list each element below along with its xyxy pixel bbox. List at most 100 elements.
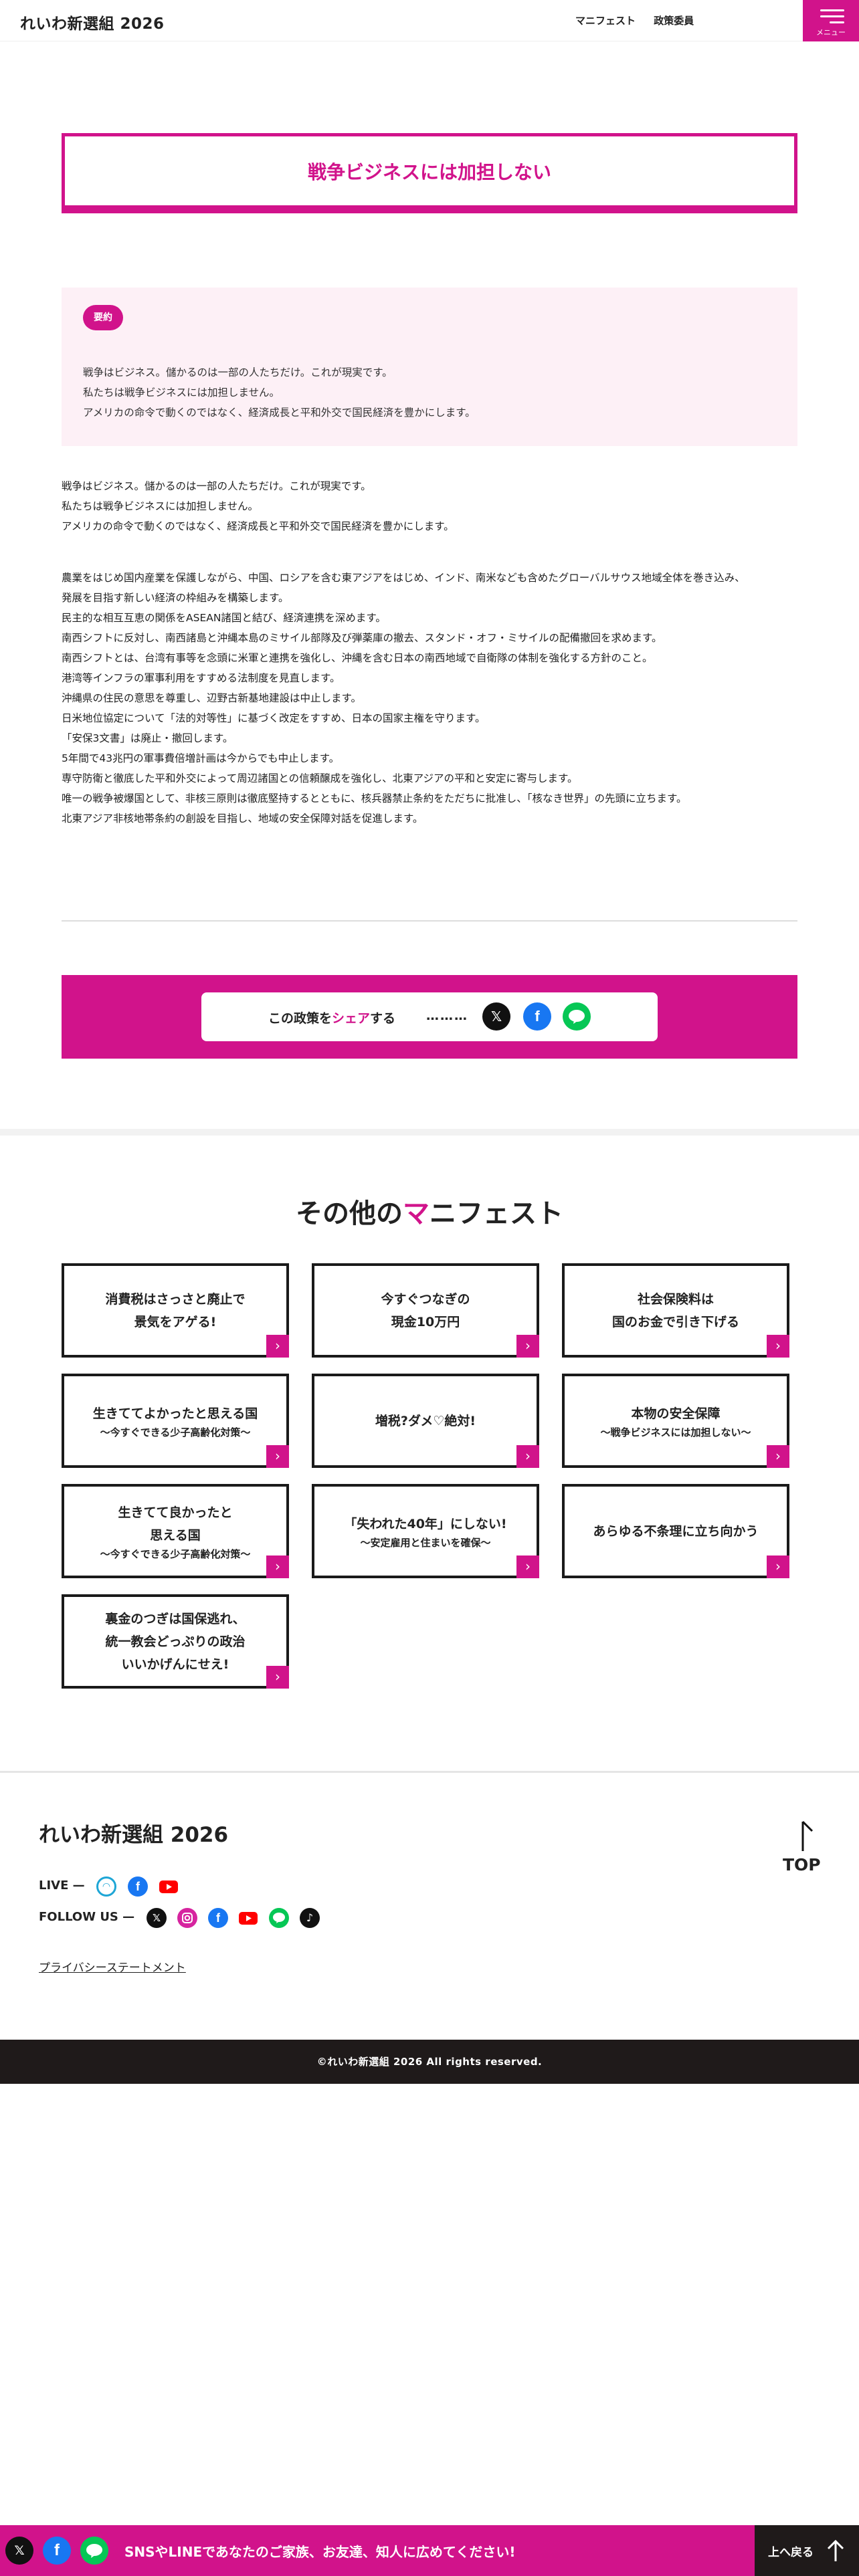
line-icon[interactable]	[269, 1908, 289, 1928]
chevron-right-icon: ›	[266, 1335, 289, 1358]
summary-line: 私たちは戦争ビジネスには加担しません。	[83, 387, 280, 399]
x-icon[interactable]: 𝕏	[147, 1908, 167, 1928]
arrow-up-icon[interactable]	[789, 1819, 816, 1852]
line-icon[interactable]	[80, 2537, 108, 2565]
body-line: 発展を目指す新しい経済の枠組みを構築します。	[62, 592, 289, 604]
arrow-up-icon	[826, 2539, 846, 2563]
intro-line: アメリカの命令で動くのではなく、経済成長と平和外交で国民経済を豊かにします。	[62, 520, 454, 532]
card-title-line: あらゆる不条理に立ち向かう	[593, 1523, 759, 1539]
chevron-right-icon: ›	[266, 1666, 289, 1689]
body-line: 南西シフトに反対し、南西諸島と沖縄本島のミサイル部隊及び弾薬庫の撤去、スタンド・…	[62, 632, 662, 644]
other-manifest-title: その他のマニフェスト	[0, 1192, 859, 1230]
manifest-card[interactable]: 社会保険料は 国のお金で引き下げる ›	[562, 1263, 789, 1358]
follow-us-label: FOLLOW US —	[39, 1910, 135, 1924]
manifest-card[interactable]: 「失われた40年」にしない! 〜安定雇用と住まいを確保〜 ›	[312, 1484, 539, 1578]
intro-line: 私たちは戦争ビジネスには加担しません。	[62, 500, 259, 512]
instagram-icon[interactable]	[177, 1908, 197, 1928]
card-title-line: 統一教会どっぷりの政治	[105, 1634, 246, 1649]
intro-line: 戦争はビジネス。儲かるのは一部の人たちだけ。これが現実です。	[62, 480, 371, 492]
other-title-pre: その他の	[296, 1198, 403, 1229]
facebook-icon[interactable]: f	[128, 1876, 148, 1897]
hamburger-icon	[820, 9, 844, 11]
summary-line: アメリカの命令で動くのではなく、経済成長と平和外交で国民経済を豊かにします。	[83, 407, 476, 419]
bottom-share-text: SNSやLINEであなたのご家族、お友達、知人に広めてください!	[124, 2544, 516, 2560]
menu-button[interactable]: メニュー	[803, 0, 859, 41]
card-subtitle: 〜戦争ビジネスには加担しない〜	[600, 1426, 751, 1438]
card-title-line: 生きてて良かったと	[118, 1505, 233, 1520]
summary-badge: 要約	[83, 305, 123, 330]
main-nav: マニフェスト 政策委員	[575, 13, 708, 27]
body-line: 5年間で43兆円の軍事費倍増計画は今からでも中止します。	[62, 752, 340, 764]
chevron-right-icon: ›	[516, 1445, 539, 1468]
footer-logo[interactable]: れいわ新選組 2026	[39, 1818, 228, 1848]
back-to-top-label: 上へ戻る	[768, 2546, 814, 2559]
policy-intro: 戦争はビジネス。儲かるのは一部の人たちだけ。これが現実です。 私たちは戦争ビジネ…	[62, 476, 454, 536]
share-label: この政策をシェアする	[268, 1008, 395, 1027]
body-line: 日米地位協定について「法的対等性」に基づく改定をすすめ、日本の国家主権を守ります…	[62, 712, 486, 724]
chevron-right-icon: ›	[767, 1555, 789, 1578]
site-header: れいわ新選組 2026 マニフェスト 政策委員 メニュー	[0, 0, 859, 41]
x-icon[interactable]: 𝕏	[5, 2537, 33, 2565]
radio-live-icon[interactable]: ◠	[96, 1876, 116, 1897]
copyright: ©れいわ新選組 2026 All rights reserved.	[0, 2040, 859, 2084]
card-title-line: 生きててよかったと思える国	[92, 1406, 258, 1421]
top-link[interactable]: TOP	[783, 1855, 821, 1874]
policy-title: 戦争ビジネスには加担しない	[307, 160, 551, 183]
share-label-prefix: この政策を	[268, 1011, 332, 1026]
share-section: この政策をシェアする ……… 𝕏 f	[62, 975, 797, 1059]
line-icon[interactable]	[563, 1002, 591, 1031]
manifest-card[interactable]: 裏金のつぎは国保逃れ、 統一教会どっぷりの政治 いいかげんにせえ! ›	[62, 1594, 289, 1689]
privacy-link[interactable]: プライバシーステートメント	[39, 1958, 186, 1975]
card-title-line: 増税?ダメ♡絶対!	[375, 1413, 476, 1428]
card-subtitle: 〜今すぐできる少子高齢化対策〜	[100, 1426, 251, 1438]
other-title-highlight: マ	[403, 1198, 430, 1229]
body-line: 専守防衛と徹底した平和外交によって周辺諸国との信頼醸成を強化し、北東アジアの平和…	[62, 772, 578, 784]
menu-label: メニュー	[816, 28, 846, 37]
policy-title-box: 戦争ビジネスには加担しない	[62, 133, 797, 213]
share-box: この政策をシェアする ……… 𝕏 f	[201, 992, 658, 1041]
body-line: 民主的な相互互恵の関係をASEAN諸国と結び、経済連携を深めます。	[62, 612, 386, 624]
manifest-card[interactable]: あらゆる不条理に立ち向かう ›	[562, 1484, 789, 1578]
manifest-card[interactable]: 生きてて良かったと 思える国 〜今すぐできる少子高齢化対策〜 ›	[62, 1484, 289, 1578]
live-label: LIVE —	[39, 1879, 85, 1893]
body-line: 南西シフトとは、台湾有事等を念頭に米軍と連携を強化し、沖縄を含む日本の南西地域で…	[62, 652, 653, 664]
body-line: 港湾等インフラの軍事利用をすすめる法制度を見直します。	[62, 672, 341, 684]
facebook-icon[interactable]: f	[208, 1908, 228, 1928]
summary-text: 戦争はビジネス。儲かるのは一部の人たちだけ。これが現実です。 私たちは戦争ビジネ…	[83, 362, 476, 423]
hamburger-icon-bar	[830, 21, 844, 23]
card-title-line: 裏金のつぎは国保逃れ、	[105, 1611, 246, 1626]
card-title-line: 今すぐつなぎの	[381, 1291, 470, 1307]
manifest-card[interactable]: 消費税はさっさと廃止で 景気をアゲる! ›	[62, 1263, 289, 1358]
manifest-card[interactable]: 増税?ダメ♡絶対! ›	[312, 1374, 539, 1468]
facebook-icon[interactable]: f	[43, 2537, 71, 2565]
x-icon[interactable]: 𝕏	[482, 1002, 510, 1031]
summary-box: 要約 戦争はビジネス。儲かるのは一部の人たちだけ。これが現実です。 私たちは戦争…	[62, 288, 797, 446]
body-line: 唯一の戦争被爆国として、非核三原則は徹底堅持するとともに、核兵器禁止条約をただち…	[62, 792, 687, 804]
facebook-icon[interactable]: f	[523, 1002, 551, 1031]
card-title-line: いいかげんにせえ!	[121, 1656, 229, 1672]
section-separator	[0, 1129, 859, 1136]
youtube-icon[interactable]	[159, 1876, 179, 1897]
nav-item-manifest[interactable]: マニフェスト	[575, 15, 636, 27]
nav-item-policy-committee[interactable]: 政策委員	[654, 15, 694, 27]
tiktok-icon[interactable]: ♪	[300, 1908, 320, 1928]
card-subtitle: 〜今すぐできる少子高齢化対策〜	[100, 1547, 251, 1560]
manifest-card[interactable]: 生きててよかったと思える国 〜今すぐできる少子高齢化対策〜 ›	[62, 1374, 289, 1468]
share-label-suffix: する	[370, 1011, 396, 1026]
footer-divider	[0, 1771, 859, 1773]
site-logo[interactable]: れいわ新選組 2026	[20, 11, 165, 33]
card-title-line: 「失われた40年」にしない!	[344, 1516, 507, 1531]
manifest-card[interactable]: 本物の安全保障 〜戦争ビジネスには加担しない〜 ›	[562, 1374, 789, 1468]
chevron-right-icon: ›	[266, 1445, 289, 1468]
share-dots: ………	[426, 1008, 468, 1023]
summary-line: 戦争はビジネス。儲かるのは一部の人たちだけ。これが現実です。	[83, 366, 393, 379]
chevron-right-icon: ›	[767, 1335, 789, 1358]
back-to-top-button[interactable]: 上へ戻る	[755, 2525, 859, 2576]
body-line: 北東アジア非核地帯条約の創設を目指し、地域の安全保障対話を促進します。	[62, 813, 423, 825]
other-title-post: ニフェスト	[430, 1198, 563, 1229]
hamburger-icon-bar	[820, 15, 844, 17]
card-title-line: 景気をアゲる!	[134, 1314, 217, 1329]
share-label-highlight: シェア	[332, 1011, 371, 1026]
manifest-card[interactable]: 今すぐつなぎの 現金10万円 ›	[312, 1263, 539, 1358]
youtube-icon[interactable]	[238, 1908, 258, 1928]
